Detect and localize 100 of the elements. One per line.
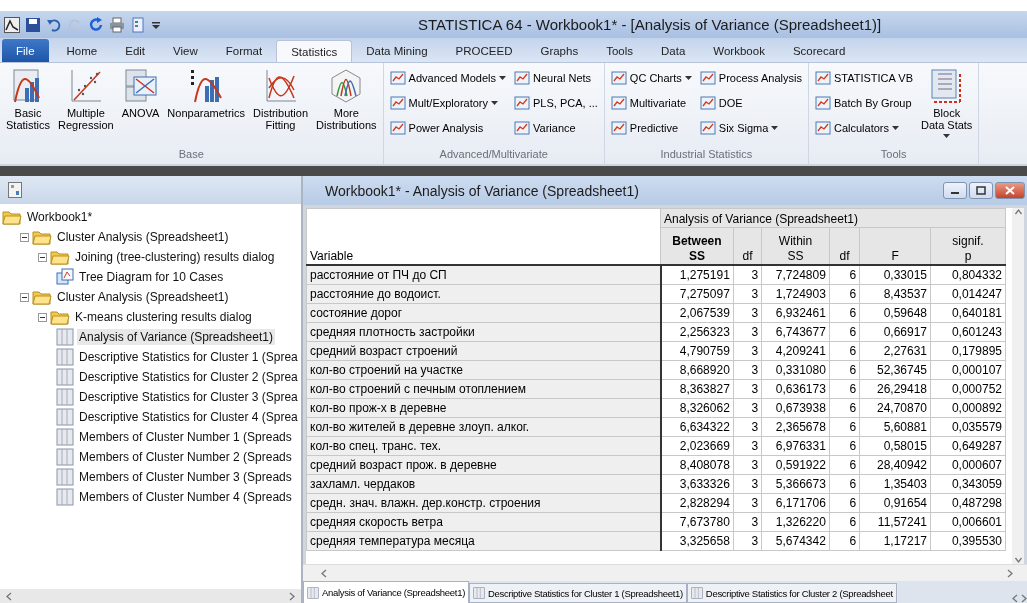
ribbon-tab[interactable]: Statistics [276,40,353,62]
column-group-header: Analysis of Variance (Spreadsheet1) [664,212,858,226]
ribbon-button[interactable]: Multiple Regression [56,66,116,133]
ribbon-button[interactable]: Calculators [812,116,915,139]
ribbon-button[interactable]: Block Data Stats [919,66,975,140]
sheet-icon [56,428,74,446]
ribbon-tab[interactable]: Format [211,40,277,62]
scroll-left-icon[interactable] [6,591,13,601]
collapse-toggle-icon[interactable] [20,292,29,302]
close-button[interactable] [995,182,1025,199]
scroll-right-icon[interactable] [1006,568,1013,578]
chart-icon [389,94,406,111]
chart-icon [699,119,716,136]
ribbon-button[interactable]: Nonparametrics [165,66,247,121]
ribbon-button[interactable]: Advanced Models [387,66,508,89]
table-cell: 2,256323 [660,322,734,342]
table-cell: 6 [829,303,860,323]
tree-item[interactable]: Joining (tree-clustering) results dialog [73,249,277,265]
sheet-icon [473,587,485,599]
sheet-icon [56,388,74,406]
tree-item[interactable]: Workbook1* [25,209,95,225]
save-icon [25,16,41,33]
table-cell: 0,343059 [930,474,1006,494]
scroll-right-icon[interactable] [288,591,295,601]
ribbon-button[interactable]: Power Analysis [387,116,508,139]
tree-item[interactable]: Tree Diagram for 10 Cases [77,269,226,285]
sheet-tab[interactable]: Analysis of Variance (Spreadsheet1) [303,581,469,603]
ribbon-button[interactable]: Distribution Fitting [251,66,311,133]
ribbon-button[interactable]: Process Analysis [697,66,804,89]
ribbon-tab[interactable]: View [159,40,212,62]
collapse-toggle-icon[interactable] [38,312,47,322]
app-icon [4,16,20,33]
ribbon-tab[interactable]: Home [52,40,112,62]
ribbon-button[interactable]: Multivariate [608,91,694,114]
table-cell: 6,743677 [761,322,830,342]
ribbon-button[interactable]: ANOVA [119,66,162,121]
ribbon-button[interactable]: STATISTICA VB [812,66,915,89]
ribbon-button[interactable]: Variance [512,116,600,139]
table-cell: 1,35403 [859,474,931,494]
ribbon-tab[interactable]: Data [647,40,700,62]
ribbon-tab[interactable]: Scorecard [778,40,860,62]
column-header: signif. p [930,227,1006,265]
ribbon-button[interactable]: Basic Statistics [4,66,52,133]
ribbon-button[interactable]: DOE [697,91,804,114]
collapse-toggle-icon[interactable] [20,232,29,242]
scroll-left-icon[interactable] [1012,594,1019,603]
ribbon-tab[interactable]: Workbook [699,40,779,62]
tree-item[interactable]: Members of Cluster Number 3 (Spreads [77,469,294,485]
table-cell: 3 [733,379,762,399]
ribbon-button[interactable]: PLS, PCA, ... [512,91,600,114]
tree-item[interactable]: Cluster Analysis (Spreadsheet1) [55,289,231,305]
table-cell: 0,673938 [761,398,830,418]
ribbon-button[interactable]: QC Charts [608,66,694,89]
tree-item[interactable]: Analysis of Variance (Spreadsheet1) [77,329,275,345]
table-cell: 1,326220 [761,512,830,532]
table-cell: 3 [733,303,762,323]
scroll-up-icon[interactable] [1014,208,1022,217]
scroll-down-icon[interactable] [1014,555,1022,564]
sheet-tab[interactable]: Descriptive Statistics for Cluster 1 (Spreadsheet1) [469,583,687,603]
scroll-right-icon[interactable] [1020,594,1027,603]
table-cell: 3 [733,341,762,361]
ribbon-button[interactable]: Mult/Exploratory [387,91,508,114]
sheet-tab[interactable]: Descriptive Statistics for Cluster 2 (Spreadsheet [686,583,897,603]
chart-icon [514,119,530,136]
tree-item[interactable]: Descriptive Statistics for Cluster 1 (Sprea [77,349,300,365]
table-cell: 11,57241 [859,512,931,532]
table-cell: 0,395530 [930,531,1006,551]
collapse-toggle-icon[interactable] [38,252,47,262]
table-cell: 3 [733,284,762,304]
tree-item[interactable]: Members of Cluster Number 1 (Spreads [77,429,294,445]
tree-item[interactable]: Cluster Analysis (Spreadsheet1) [55,229,231,245]
document-title: Workbook1* - Analysis of Variance (Spreadsheet1) [325,182,639,199]
tree-item[interactable]: Members of Cluster Number 4 (Spreads [77,489,294,505]
tree-item[interactable]: Descriptive Statistics for Cluster 3 (Sprea [77,389,300,405]
chart-icon [814,119,831,136]
file-menu-tab[interactable]: File [2,39,49,62]
table-cell: 3 [733,265,762,285]
table-cell: 0,91654 [859,493,931,513]
chart-icon [610,69,627,86]
ribbon-button[interactable]: More Distributions [314,66,379,133]
tree-item[interactable]: Descriptive Statistics for Cluster 2 (Sprea [77,369,300,385]
tree-item[interactable]: K-means clustering results dialog [73,309,254,325]
ribbon-tab[interactable]: PROCEED [441,40,527,62]
table-cell: 0,601243 [930,322,1006,342]
ribbon-tab[interactable]: Tools [592,40,648,62]
scroll-left-icon[interactable] [321,568,328,578]
ribbon-button[interactable]: Neural Nets [512,66,600,89]
restore-button[interactable] [969,182,993,199]
ribbon-tab[interactable]: Graphs [526,40,593,62]
ribbon-button[interactable]: Batch By Group [812,91,915,114]
caret-icon [943,134,951,138]
ribbon-button[interactable]: Six Sigma [697,116,804,139]
ribbon-tab[interactable]: Data Mining [352,40,442,62]
tree-item[interactable]: Descriptive Statistics for Cluster 4 (Sprea [77,409,300,425]
ribbon-tab[interactable]: Edit [111,40,160,62]
table-cell: 3 [733,455,762,475]
ribbon-button[interactable]: Predictive [608,116,694,139]
table-cell: 6 [829,417,860,437]
minimize-button[interactable] [943,182,967,199]
tree-item[interactable]: Members of Cluster Number 2 (Spreads [77,449,294,465]
